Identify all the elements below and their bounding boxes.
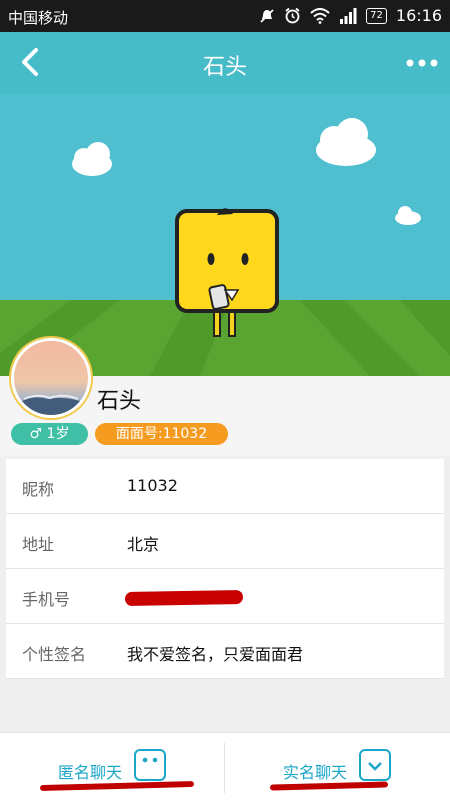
info-label: 昵称	[22, 480, 55, 499]
info-row-signature: 个性签名 我不爱签名，只爱面面君	[6, 624, 444, 679]
page-title: 石头	[202, 55, 247, 80]
redaction-mark	[124, 589, 244, 607]
signal-icon	[340, 7, 357, 24]
status-icons: 72 16:16	[259, 6, 442, 25]
profile-info-list: 昵称 11032 地址 北京 手机号 个性签名 我不爱签名，只爱面面君	[6, 459, 444, 679]
more-options-icon[interactable]	[404, 46, 440, 80]
info-value: 11032	[127, 476, 178, 495]
info-value: 北京	[127, 535, 160, 554]
info-row-address: 地址 北京	[6, 514, 444, 569]
mute-icon	[260, 8, 274, 23]
info-value: 我不爱签名，只爱面面君	[127, 645, 304, 664]
info-row-phone: 手机号	[6, 569, 444, 624]
profile-banner	[0, 94, 450, 376]
user-name: 石头	[97, 389, 142, 414]
male-icon: ♂	[29, 426, 43, 442]
battery-icon: 72	[366, 7, 387, 24]
status-bar: 中国移动 72 16:16	[0, 0, 450, 32]
info-row-nickname: 昵称 11032	[6, 459, 444, 514]
realname-chat-button[interactable]: 实名聊天	[225, 733, 450, 801]
realname-face-icon	[359, 749, 391, 781]
info-label: 个性签名	[22, 645, 87, 664]
alarm-icon	[285, 7, 300, 24]
info-label: 地址	[22, 535, 55, 554]
avatar[interactable]	[11, 338, 91, 418]
chat-action-bar: 匿名聊天 实名聊天	[0, 732, 450, 801]
anonymous-chat-label: 匿名聊天	[58, 763, 123, 782]
info-label: 手机号	[22, 590, 71, 609]
anonymous-face-icon	[134, 749, 166, 781]
age-label: 1岁	[46, 426, 70, 442]
top-nav-bar: 石头	[0, 32, 450, 94]
anonymous-chat-button[interactable]: 匿名聊天	[0, 733, 224, 801]
gender-age-badge: ♂ 1岁	[11, 423, 88, 445]
wifi-icon	[310, 7, 330, 24]
clock: 16:16	[395, 6, 442, 25]
carrier-name: 中国移动	[8, 9, 69, 27]
realname-chat-label: 实名聊天	[283, 763, 348, 782]
user-id-badge: 面面号:11032	[95, 423, 228, 445]
